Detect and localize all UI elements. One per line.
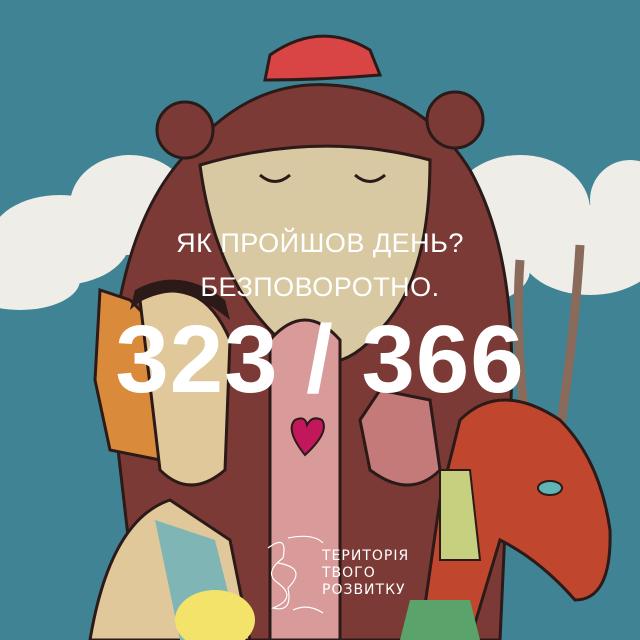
logo-text: ТЕРИТОРІЯ ТВОГО РОЗВИТКУ bbox=[322, 548, 409, 599]
logo-scribble-icon bbox=[267, 535, 324, 614]
caption-answer: БЕЗПОВОРОТНО. bbox=[200, 272, 440, 302]
day-counter: 323 / 366 bbox=[115, 306, 525, 413]
caption-question: ЯК ПРОЙШОВ ДЕНЬ? bbox=[176, 228, 464, 258]
logo-line-3: РОЗВИТКУ bbox=[322, 582, 406, 598]
logo-line-1: ТЕРИТОРІЯ bbox=[322, 548, 410, 564]
logo-line-2: ТВОГО bbox=[322, 565, 376, 581]
